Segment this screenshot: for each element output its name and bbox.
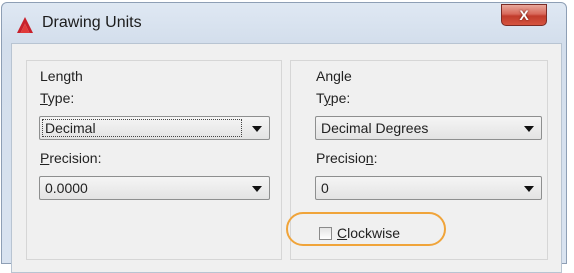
chevron-down-icon [524,126,534,132]
angle-group-label: Angle [316,68,352,84]
drawing-units-dialog: Drawing Units X Length Type: Decimal Pre… [1,2,567,273]
angle-type-select[interactable]: Decimal Degrees [315,116,542,140]
dialog-body: Length Type: Decimal Precision: 0.0000 A… [11,43,562,273]
chevron-down-icon [252,126,262,132]
length-group: Length Type: Decimal Precision: 0.0000 [26,60,282,260]
length-type-select[interactable]: Decimal [39,116,270,140]
angle-type-label: Type: [316,90,351,106]
angle-precision-select[interactable]: 0 [315,176,542,200]
length-precision-value: 0.0000 [45,180,88,196]
length-precision-label: Precision: [40,150,102,166]
chevron-down-icon [524,186,534,192]
angle-precision-value: 0 [321,180,329,196]
close-button[interactable]: X [501,4,547,26]
chevron-down-icon [252,186,262,192]
angle-precision-label: Precision: [316,150,378,166]
autocad-logo-icon [17,17,33,33]
angle-type-value: Decimal Degrees [321,120,429,136]
length-precision-select[interactable]: 0.0000 [39,176,270,200]
length-type-label: Type: [40,90,75,106]
length-type-value: Decimal [45,120,96,136]
length-group-label: Length [40,68,83,84]
title-bar[interactable]: Drawing Units X [2,3,566,43]
annotation-highlight-ring [286,212,446,246]
window-title: Drawing Units [42,14,142,31]
